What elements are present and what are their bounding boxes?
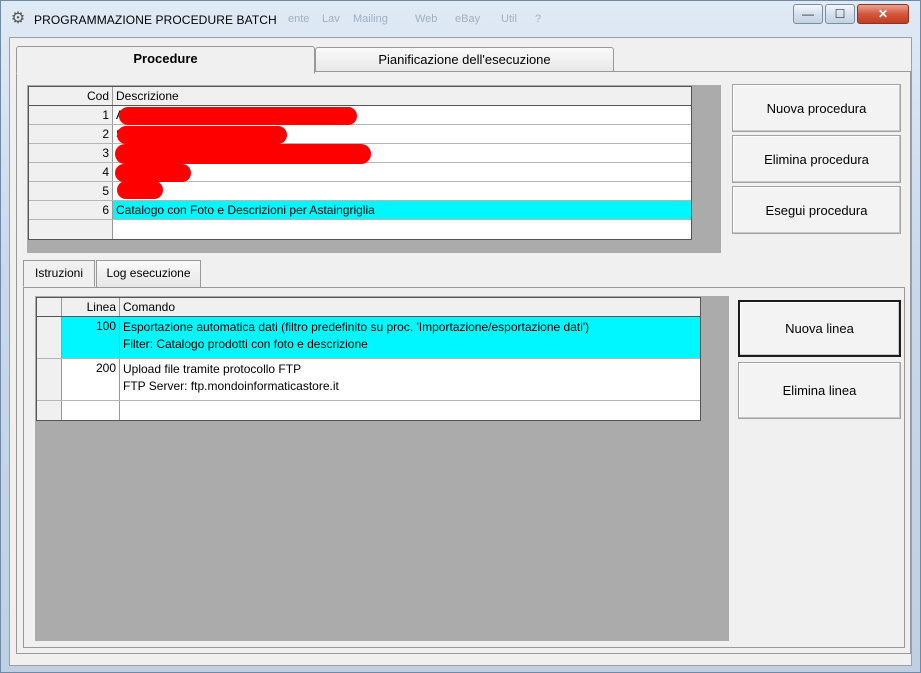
table-row-new[interactable]: [37, 401, 700, 420]
redaction-mark: [117, 181, 163, 199]
new-line-button[interactable]: Nuova linea: [738, 300, 901, 357]
row-indicator: [37, 317, 62, 358]
comando-line: Esportazione automatica dati (filtro pre…: [123, 320, 590, 334]
title-bar[interactable]: ⚙ PROGRAMMAZIONE PROCEDURE BATCH ente La…: [1, 1, 920, 37]
instructions-grid[interactable]: Linea Comando 100 Esportazione automatic…: [36, 297, 701, 421]
ghost-menu-item: Web: [415, 13, 438, 25]
cell-descrizione: [113, 182, 691, 200]
comando-line: Upload file tramite protocollo FTP: [123, 362, 302, 376]
ghost-menu-item: ente: [288, 13, 310, 25]
cell-linea: 100: [62, 317, 120, 358]
ghost-menu-item: ?: [535, 13, 542, 25]
row-indicator: [37, 359, 62, 400]
redaction-mark: [115, 164, 191, 182]
comando-detail: Filter: Catalogo prodotti con foto e des…: [123, 337, 368, 351]
redaction-mark: [115, 144, 371, 164]
column-header-linea[interactable]: Linea: [62, 298, 120, 316]
table-row-selected[interactable]: 100 Esportazione automatica dati (filtro…: [37, 317, 700, 359]
tab-pianificazione[interactable]: Pianificazione dell'esecuzione: [315, 47, 614, 73]
close-button[interactable]: ✕: [857, 4, 909, 24]
cell-cod: 5: [29, 182, 113, 200]
comando-detail: FTP Server: ftp.mondoinformaticastore.it: [123, 379, 339, 393]
column-header-descrizione[interactable]: Descrizione: [113, 87, 691, 105]
cell-comando: Esportazione automatica dati (filtro pre…: [120, 317, 700, 358]
cell-descrizione: [113, 163, 691, 181]
client-area: Procedure Pianificazione dell'esecuzione…: [9, 37, 912, 666]
table-row[interactable]: 200 Upload file tramite protocollo FTP F…: [37, 359, 700, 401]
delete-procedure-button[interactable]: Elimina procedura: [732, 135, 901, 183]
tab-procedure[interactable]: Procedure: [16, 46, 315, 74]
cell-cod: 6: [29, 201, 113, 219]
row-indicator: [37, 401, 62, 420]
grid-header: Linea Comando: [37, 298, 700, 317]
table-row-new[interactable]: [29, 220, 691, 239]
grid-header: Cod Descrizione: [29, 87, 691, 106]
cell-cod: 3: [29, 144, 113, 162]
procedure-tab-panel: Cod Descrizione 1 A 2 S 3 4: [16, 71, 911, 654]
run-procedure-button[interactable]: Esegui procedura: [732, 186, 901, 234]
column-header-comando[interactable]: Comando: [120, 298, 700, 316]
cell-comando: Upload file tramite protocollo FTP FTP S…: [120, 359, 700, 400]
maximize-icon: ☐: [834, 7, 846, 21]
table-row-selected[interactable]: 6 Catalogo con Foto e Descrizioni per As…: [29, 201, 691, 220]
ghost-menu-item: eBay: [455, 13, 481, 25]
new-procedure-button[interactable]: Nuova procedura: [732, 84, 901, 132]
cell-cod: 4: [29, 163, 113, 181]
ghost-menu-item: Mailing: [353, 13, 388, 25]
cell-descrizione: Catalogo con Foto e Descrizioni per Asta…: [113, 201, 691, 219]
row-indicator-header: [37, 298, 62, 316]
ghost-menu-item: Lav: [322, 13, 340, 25]
redaction-mark: [117, 126, 287, 144]
cell-cod: 2: [29, 125, 113, 143]
gears-icon: ⚙: [10, 10, 26, 27]
cell-linea: 200: [62, 359, 120, 400]
close-icon: ✕: [877, 7, 889, 21]
cell-cod: [29, 220, 113, 239]
app-window: ⚙ PROGRAMMAZIONE PROCEDURE BATCH ente La…: [0, 0, 921, 673]
procedures-grid[interactable]: Cod Descrizione 1 A 2 S 3 4: [28, 86, 692, 240]
cell-linea: [62, 401, 120, 420]
column-header-cod[interactable]: Cod: [29, 87, 113, 105]
cell-descrizione: [113, 220, 691, 239]
delete-line-button[interactable]: Elimina linea: [738, 362, 901, 419]
tab-istruzioni[interactable]: Istruzioni: [23, 260, 95, 287]
maximize-button[interactable]: ☐: [825, 4, 855, 24]
cell-cod: 1: [29, 106, 113, 124]
ghost-menu-item: Util: [501, 13, 517, 25]
cell-comando: [120, 401, 700, 420]
tab-log-esecuzione[interactable]: Log esecuzione: [96, 260, 201, 287]
minimize-icon: —: [802, 7, 814, 21]
minimize-button[interactable]: —: [793, 4, 823, 24]
window-title: PROGRAMMAZIONE PROCEDURE BATCH: [34, 13, 277, 27]
redaction-mark: [119, 107, 357, 125]
